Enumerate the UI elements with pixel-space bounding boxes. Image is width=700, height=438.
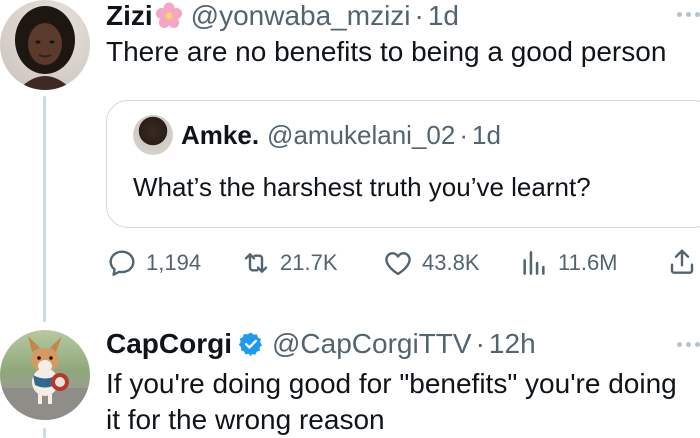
views-count: 11.6M	[558, 250, 618, 275]
thread-line	[43, 428, 46, 438]
quote-avatar	[133, 115, 173, 155]
avatar[interactable]	[0, 330, 90, 420]
author-handle[interactable]: @yonwaba_mzizi	[191, 0, 411, 32]
repost-button[interactable]: 21.7K	[240, 246, 338, 280]
timestamp[interactable]: 12h	[489, 328, 536, 360]
repost-icon	[244, 253, 268, 273]
share-button[interactable]	[666, 246, 698, 278]
like-count: 43.8K	[422, 250, 480, 275]
tweet-text: If you're doing good for "benefits" you'…	[106, 368, 677, 435]
author-name[interactable]: CapCorgi	[106, 328, 232, 360]
tweet-header: Zizi @yonwaba_mzizi · 1d	[106, 0, 459, 32]
avatar[interactable]	[0, 0, 90, 90]
author-handle[interactable]: @CapCorgiTTV	[272, 328, 472, 360]
views-icon	[523, 251, 545, 275]
author-name[interactable]: Zizi	[106, 0, 153, 32]
tweet-text: There are no benefits to being a good pe…	[106, 36, 667, 67]
avatar-corgi	[0, 336, 90, 420]
quote-card[interactable]: Amke. @amukelani_02 · 1d What’s the hars…	[106, 100, 700, 228]
verified-badge-icon	[238, 332, 262, 357]
like-button[interactable]: 43.8K	[382, 246, 480, 280]
share-icon	[670, 249, 694, 274]
thread-line	[43, 96, 46, 322]
quote-header: Amke. @amukelani_02 · 1d	[181, 120, 501, 150]
quote-author-handle: @amukelani_02	[267, 120, 456, 150]
tweet-thread: Zizi @yonwaba_mzizi · 1d There are no be…	[0, 0, 700, 438]
action-bar: 1,194 21.7K 43.8K 11.6M	[106, 246, 700, 280]
separator-dot: ·	[459, 120, 469, 150]
repost-count: 21.7K	[280, 250, 338, 275]
quote-author-name: Amke.	[181, 120, 260, 150]
reply-button[interactable]: 1,194	[106, 246, 201, 280]
avatar-portrait	[15, 6, 75, 90]
tweet-header: CapCorgi @CapCorgiTTV · 12h	[106, 328, 536, 360]
views-button[interactable]: 11.6M	[518, 246, 618, 280]
reply-icon	[109, 250, 135, 276]
reply-count: 1,194	[146, 250, 202, 275]
like-icon	[385, 252, 411, 276]
separator-dot: ·	[475, 328, 485, 359]
separator-dot: ·	[414, 0, 424, 31]
cherry-blossom-icon	[155, 2, 182, 28]
more-icon[interactable]	[677, 12, 700, 17]
more-icon[interactable]	[677, 342, 700, 347]
quote-timestamp: 1d	[472, 120, 501, 150]
quote-text: What’s the harshest truth you’ve learnt?	[133, 172, 591, 202]
timestamp[interactable]: 1d	[428, 0, 459, 32]
